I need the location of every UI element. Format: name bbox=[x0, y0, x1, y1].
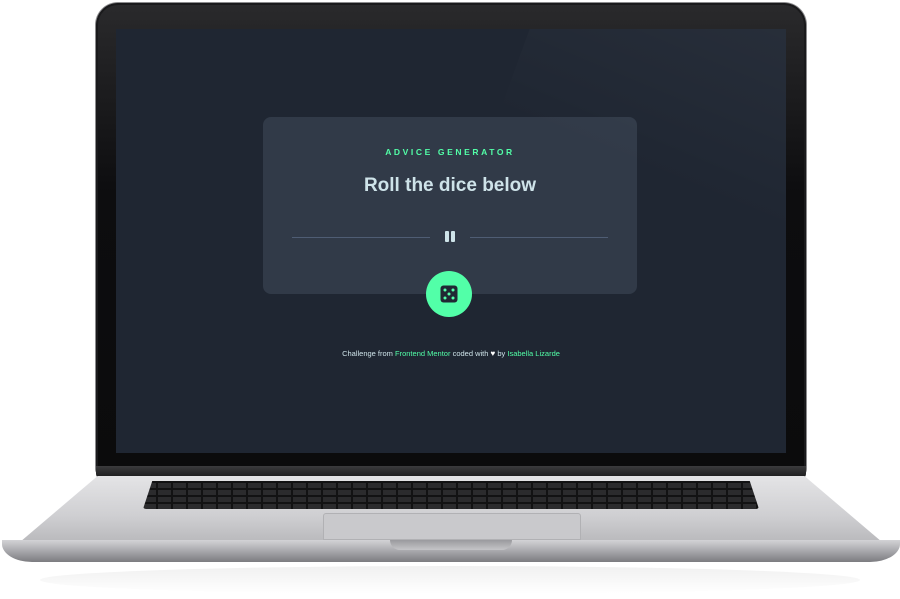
attribution-middle: coded with bbox=[452, 349, 489, 358]
attribution-prefix: Challenge from bbox=[342, 349, 393, 358]
laptop-keyboard bbox=[143, 481, 759, 509]
frontend-mentor-link[interactable]: Frontend Mentor bbox=[395, 349, 450, 358]
attribution: Challenge from Frontend Mentor coded wit… bbox=[116, 349, 786, 358]
divider-line-right bbox=[470, 237, 608, 238]
laptop-screen: ADVICE GENERATOR Roll the dice below Cha… bbox=[116, 29, 786, 453]
attribution-by: by bbox=[497, 349, 506, 358]
pause-icon bbox=[443, 231, 457, 242]
advice-card: ADVICE GENERATOR Roll the dice below bbox=[263, 117, 637, 294]
author-link[interactable]: Isabella Lizarde bbox=[507, 349, 560, 358]
roll-dice-button[interactable] bbox=[426, 271, 472, 317]
divider-line-left bbox=[292, 237, 430, 238]
laptop-notch bbox=[390, 540, 512, 550]
advice-text: Roll the dice below bbox=[363, 175, 537, 196]
advice-kicker: ADVICE GENERATOR bbox=[385, 147, 515, 157]
laptop-shadow bbox=[40, 566, 860, 594]
heart-icon: ♥ bbox=[490, 349, 496, 358]
laptop-trackpad bbox=[323, 513, 581, 540]
dice-icon bbox=[440, 285, 458, 303]
